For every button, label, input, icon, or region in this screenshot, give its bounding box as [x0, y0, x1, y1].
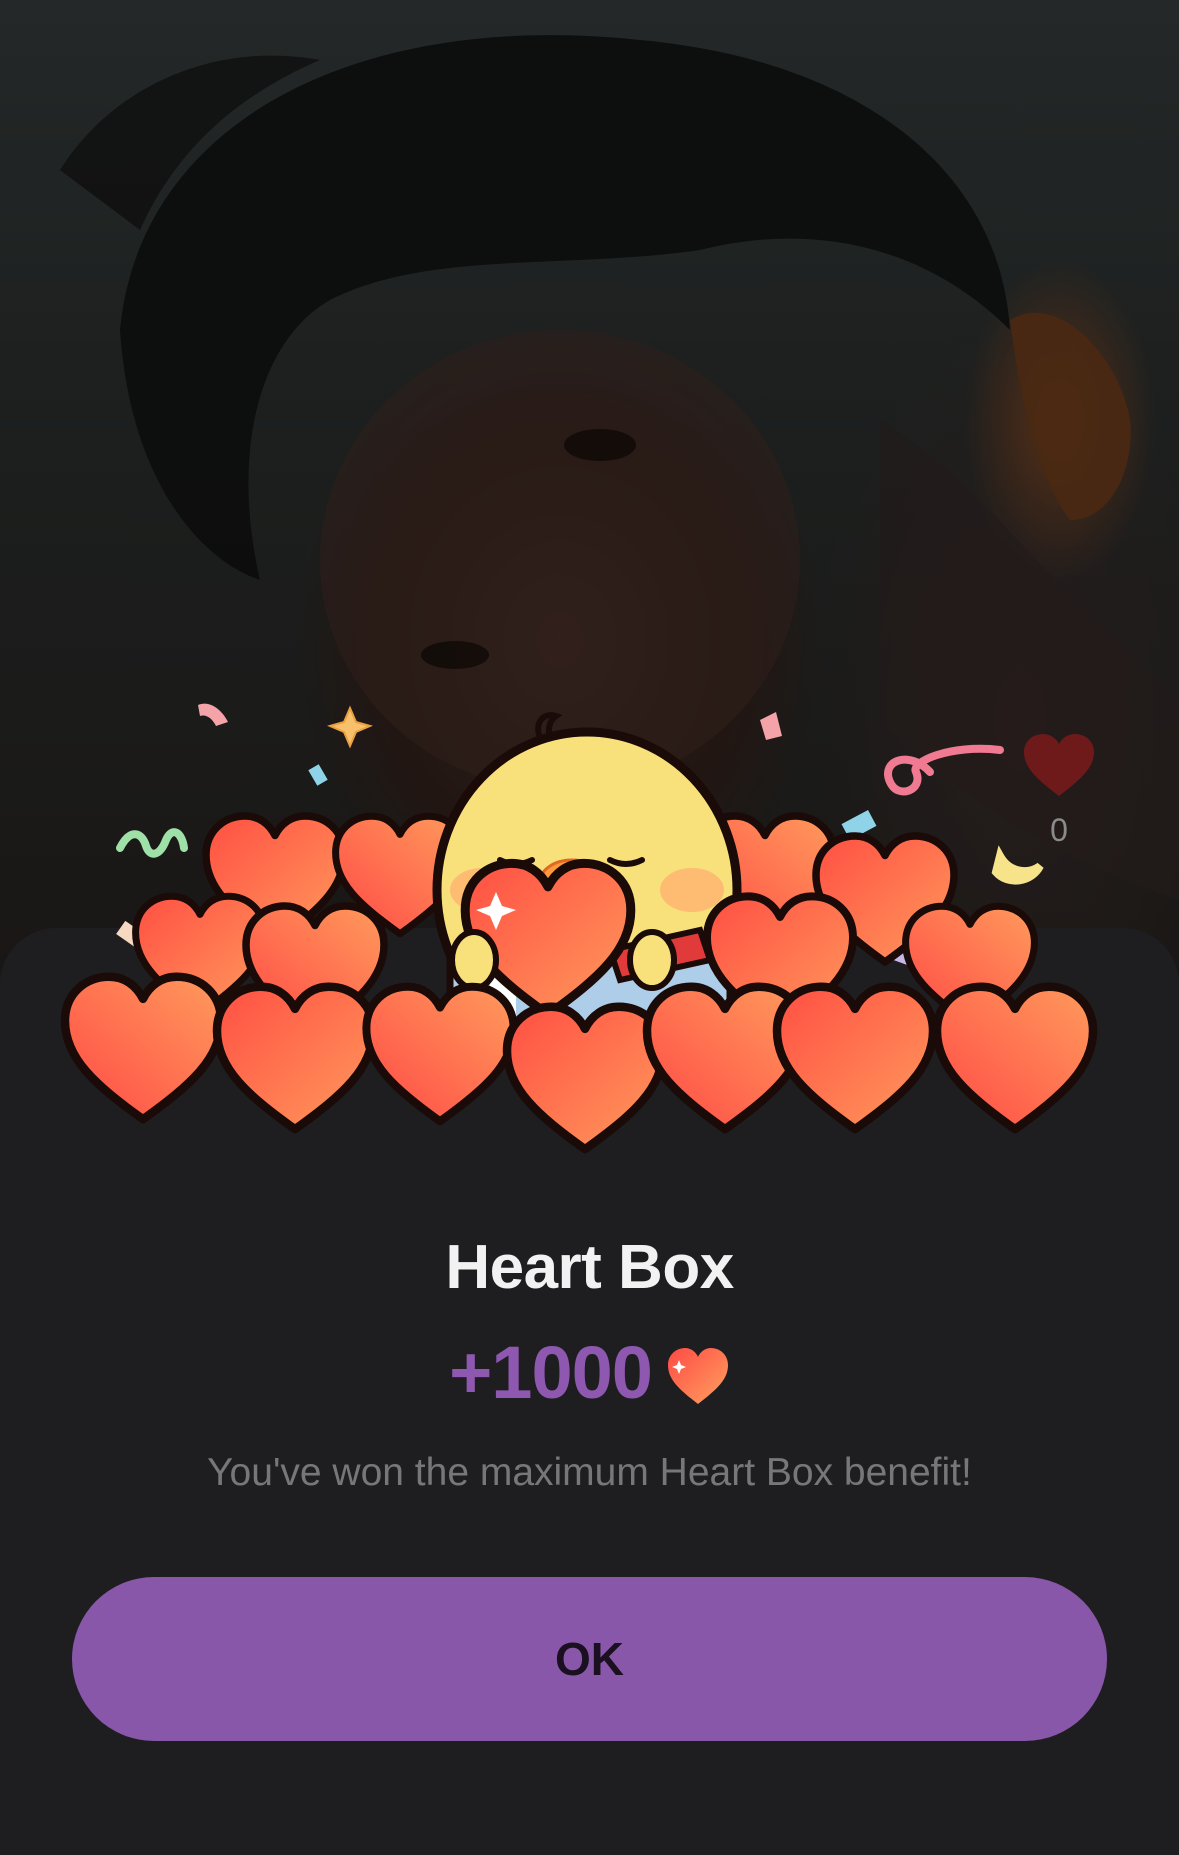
heart-box-illustration: [50, 703, 1130, 1180]
reward-amount: +1000: [449, 1331, 653, 1414]
heart-box-screen: 0 Heart Box +1000 You've won the maximum…: [0, 0, 1179, 1855]
reward-row: +1000: [0, 1330, 1179, 1415]
benefit-message: You've won the maximum Heart Box benefit…: [207, 1451, 972, 1494]
dialog-title: Heart Box: [445, 1233, 734, 1302]
ok-button[interactable]: OK: [72, 1577, 1107, 1741]
heart-icon: [667, 1347, 728, 1404]
